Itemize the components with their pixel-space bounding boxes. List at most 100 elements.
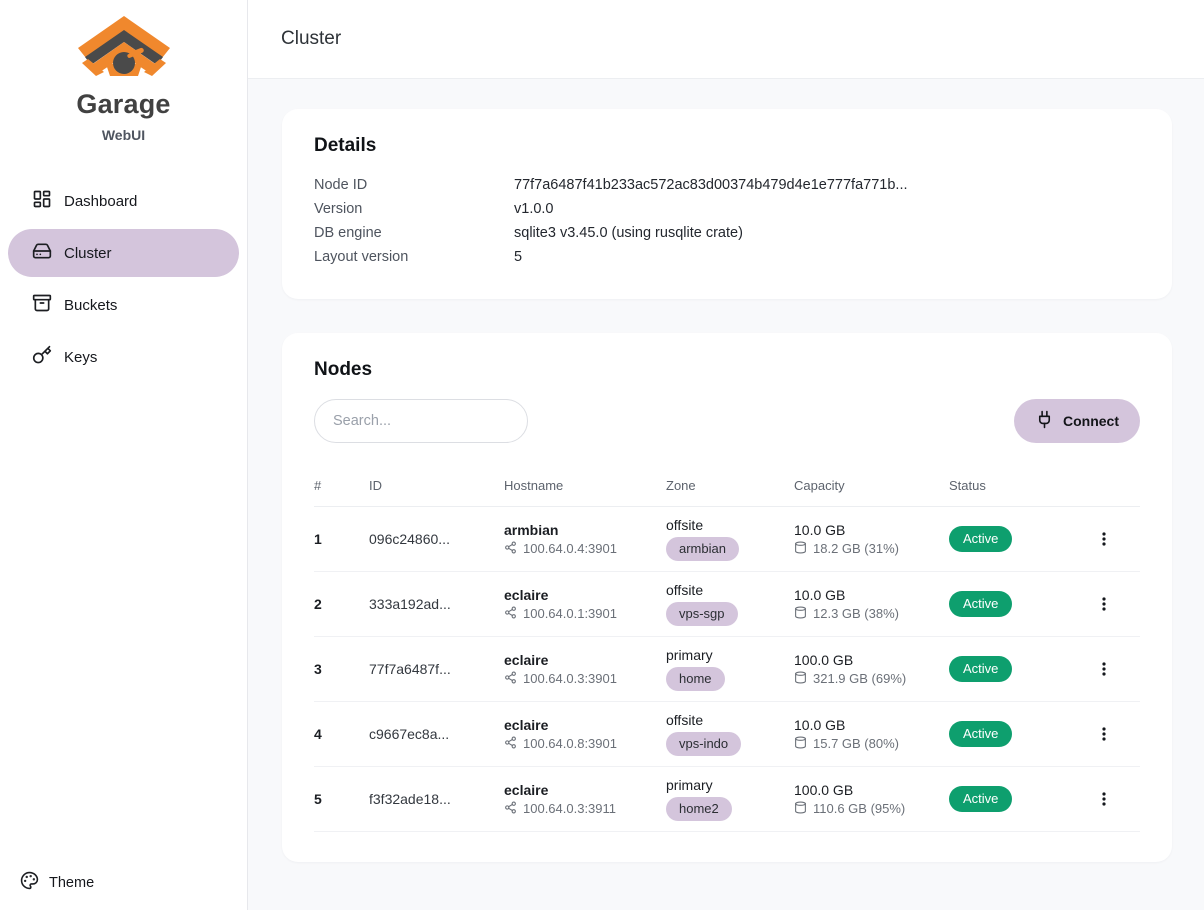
- node-status-cell: Active: [949, 656, 1074, 682]
- node-usage-line: 18.2 GB (31%): [794, 541, 949, 557]
- status-badge: Active: [949, 656, 1012, 682]
- detail-label: Version: [314, 197, 514, 221]
- share-nodes-icon: [504, 671, 517, 687]
- node-address-line: 100.64.0.3:3911: [504, 801, 666, 817]
- node-address: 100.64.0.3:3901: [523, 671, 617, 686]
- node-usage: 321.9 GB (69%): [813, 671, 906, 686]
- node-usage-line: 12.3 GB (38%): [794, 606, 949, 622]
- node-capacity: 10.0 GB: [794, 522, 949, 538]
- node-hostname-cell: eclaire 100.64.0.8:3901: [504, 717, 666, 752]
- kebab-icon: [1096, 661, 1112, 677]
- col-header-capacity: Capacity: [794, 478, 949, 493]
- node-hostname-cell: eclaire 100.64.0.3:3911: [504, 782, 666, 817]
- theme-button[interactable]: Theme: [20, 871, 94, 894]
- node-status-cell: Active: [949, 721, 1074, 747]
- col-header-num: #: [314, 478, 369, 493]
- node-status-cell: Active: [949, 786, 1074, 812]
- row-actions-kebab-button[interactable]: [1088, 783, 1120, 815]
- detail-label: Node ID: [314, 173, 514, 197]
- zone-tag: vps-sgp: [666, 602, 738, 626]
- table-row: 3 77f7a6487f... eclaire 100.64.0.3:3901 …: [314, 637, 1140, 702]
- nodes-card: Nodes Connect # ID Host: [282, 333, 1172, 862]
- search-input[interactable]: [314, 399, 528, 443]
- row-actions-kebab-button[interactable]: [1088, 523, 1120, 555]
- status-badge: Active: [949, 786, 1012, 812]
- node-address: 100.64.0.1:3901: [523, 606, 617, 621]
- node-capacity: 100.0 GB: [794, 652, 949, 668]
- dashboard-icon: [32, 189, 52, 213]
- detail-row-db-engine: DB engine sqlite3 v3.45.0 (using rusqlit…: [314, 221, 1140, 245]
- sidebar-item-label: Keys: [64, 349, 97, 366]
- sidebar-item-label: Dashboard: [64, 193, 137, 210]
- table-header-row: # ID Hostname Zone Capacity Status: [314, 465, 1140, 507]
- kebab-icon: [1096, 726, 1112, 742]
- detail-row-version: Version v1.0.0: [314, 197, 1140, 221]
- node-hostname: eclaire: [504, 587, 666, 603]
- detail-value: 77f7a6487f41b233ac572ac83d00374b479d4e1e…: [514, 173, 908, 197]
- connect-button[interactable]: Connect: [1014, 399, 1140, 443]
- node-hostname-cell: eclaire 100.64.0.3:3901: [504, 652, 666, 687]
- kebab-icon: [1096, 596, 1112, 612]
- node-id: 096c24860...: [369, 531, 504, 547]
- table-row: 2 333a192ad... eclaire 100.64.0.1:3901 o…: [314, 572, 1140, 637]
- zone-tag: home: [666, 667, 725, 691]
- node-usage: 15.7 GB (80%): [813, 736, 899, 751]
- database-icon: [794, 606, 807, 622]
- database-icon: [794, 801, 807, 817]
- archive-box-icon: [32, 293, 52, 317]
- main-area: Cluster Details Node ID 77f7a6487f41b233…: [248, 0, 1204, 910]
- node-usage: 12.3 GB (38%): [813, 606, 899, 621]
- row-actions-kebab-button[interactable]: [1088, 588, 1120, 620]
- brand: Garage WebUI: [0, 0, 247, 143]
- node-number: 3: [314, 661, 369, 677]
- node-zone: offsite: [666, 712, 794, 728]
- sidebar-item-label: Cluster: [64, 245, 112, 262]
- row-actions-kebab-button[interactable]: [1088, 653, 1120, 685]
- details-rows: Node ID 77f7a6487f41b233ac572ac83d00374b…: [314, 173, 1140, 269]
- kebab-icon: [1096, 791, 1112, 807]
- nodes-toolbar: Connect: [314, 399, 1140, 443]
- sidebar-item-label: Buckets: [64, 297, 117, 314]
- sidebar-item-dashboard[interactable]: Dashboard: [8, 177, 239, 225]
- status-badge: Active: [949, 721, 1012, 747]
- node-zone-cell: offsite vps-sgp: [666, 582, 794, 626]
- details-card: Details Node ID 77f7a6487f41b233ac572ac8…: [282, 109, 1172, 299]
- node-capacity-cell: 10.0 GB 18.2 GB (31%): [794, 522, 949, 557]
- node-zone-cell: primary home: [666, 647, 794, 691]
- node-number: 4: [314, 726, 369, 742]
- node-hostname: eclaire: [504, 652, 666, 668]
- node-address-line: 100.64.0.4:3901: [504, 541, 666, 557]
- key-icon: [32, 345, 52, 369]
- sidebar-item-keys[interactable]: Keys: [8, 333, 239, 381]
- node-hostname-cell: armbian 100.64.0.4:3901: [504, 522, 666, 557]
- plug-icon: [1035, 410, 1054, 432]
- detail-row-layout-version: Layout version 5: [314, 245, 1140, 269]
- database-icon: [794, 736, 807, 752]
- database-icon: [794, 671, 807, 687]
- node-usage-line: 110.6 GB (95%): [794, 801, 949, 817]
- row-actions-kebab-button[interactable]: [1088, 718, 1120, 750]
- table-row: 1 096c24860... armbian 100.64.0.4:3901 o…: [314, 507, 1140, 572]
- node-hostname: eclaire: [504, 782, 666, 798]
- node-zone: primary: [666, 647, 794, 663]
- col-header-zone: Zone: [666, 478, 794, 493]
- detail-value: v1.0.0: [514, 197, 554, 221]
- detail-label: DB engine: [314, 221, 514, 245]
- node-hostname-cell: eclaire 100.64.0.1:3901: [504, 587, 666, 622]
- node-capacity: 100.0 GB: [794, 782, 949, 798]
- sidebar-item-buckets[interactable]: Buckets: [8, 281, 239, 329]
- brand-subtitle: WebUI: [102, 127, 145, 143]
- sidebar-item-cluster[interactable]: Cluster: [8, 229, 239, 277]
- detail-label: Layout version: [314, 245, 514, 269]
- node-id: 333a192ad...: [369, 596, 504, 612]
- node-address: 100.64.0.3:3911: [523, 801, 616, 816]
- share-nodes-icon: [504, 736, 517, 752]
- connect-button-label: Connect: [1063, 413, 1119, 429]
- nodes-title: Nodes: [314, 359, 1140, 381]
- share-nodes-icon: [504, 541, 517, 557]
- col-header-hostname: Hostname: [504, 478, 666, 493]
- status-badge: Active: [949, 526, 1012, 552]
- node-status-cell: Active: [949, 591, 1074, 617]
- node-zone: offsite: [666, 517, 794, 533]
- sidebar: Garage WebUI Dashboard Cluster: [0, 0, 248, 910]
